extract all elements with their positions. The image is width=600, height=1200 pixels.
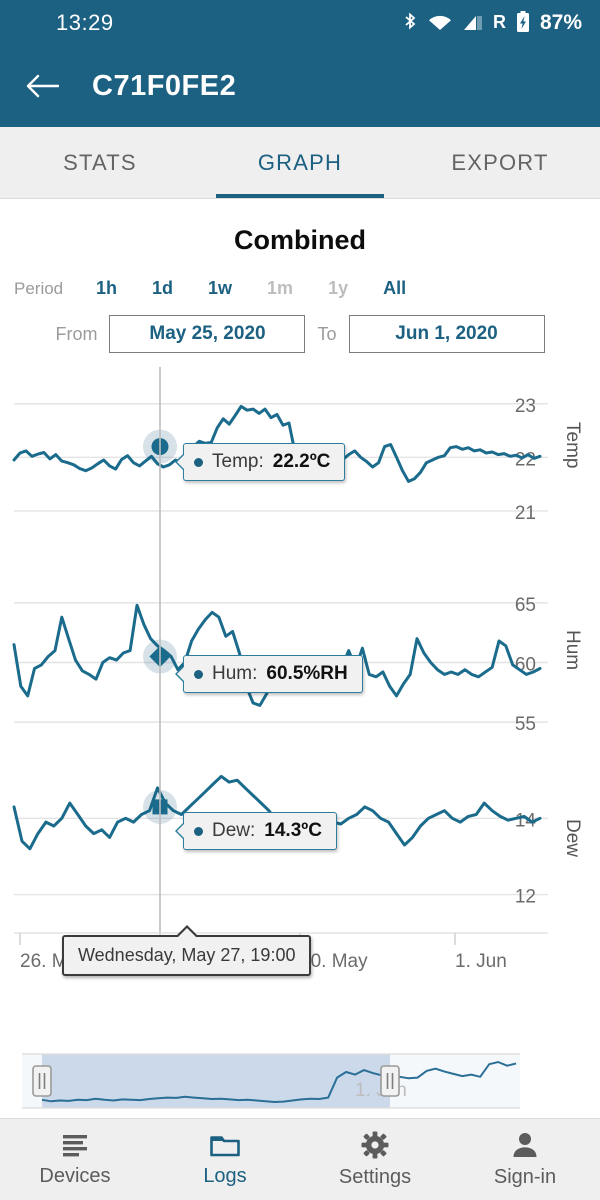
list-icon (63, 1134, 87, 1156)
navigator-svg[interactable]: 1. Jun (0, 1048, 600, 1116)
tooltip-temp-label: Temp: (212, 451, 264, 472)
folder-icon (210, 1135, 240, 1156)
period-1y[interactable]: 1y (322, 278, 354, 299)
tooltip-temp-value: 22.2ºC (272, 451, 331, 472)
tab-stats[interactable]: STATS (0, 127, 200, 198)
tooltip-hum: Hum: 60.5%RH (175, 655, 363, 693)
wifi-icon (428, 15, 451, 30)
period-1m[interactable]: 1m (261, 278, 299, 299)
tooltip-marker-icon (194, 826, 203, 836)
chart-title: Combined (234, 225, 366, 255)
nav-label-logs: Logs (203, 1164, 247, 1187)
y-tick-label: 55 (515, 714, 536, 735)
date-range-row: From May 25, 2020 To Jun 1, 2020 (0, 315, 600, 353)
nav-item-settings[interactable]: Settings (300, 1119, 450, 1200)
tooltip-dew: Dew: 14.3ºC (175, 812, 337, 850)
axis-title-temp: Temp (562, 422, 583, 469)
tooltip-temp: Temp: 22.2ºC (174, 443, 346, 481)
app-bar: C71F0FE2 (0, 45, 600, 127)
axis-title-dew: Dew (562, 819, 583, 858)
signal-icon (463, 15, 482, 30)
chart-area[interactable]: 212223556065121426. May28. May30. May1. … (0, 367, 600, 1027)
nav-label-signin: Sign-in (493, 1165, 557, 1188)
gear-icon (361, 1131, 389, 1158)
tooltip-crosshair-date: Wednesday, May 27, 19:00 (62, 925, 312, 976)
period-1w[interactable]: 1w (202, 278, 238, 299)
period-selector: Period 1h 1d 1w 1m 1y All (0, 278, 600, 299)
y-tick-label: 21 (515, 503, 536, 524)
tab-bar: STATS GRAPH EXPORT (0, 127, 600, 199)
y-tick-label: 23 (515, 396, 536, 417)
battery-percent: 87% (539, 10, 582, 34)
period-1d[interactable]: 1d (146, 278, 179, 299)
period-1h[interactable]: 1h (90, 278, 123, 299)
y-tick-label: 65 (515, 595, 536, 616)
roaming-icon: R (492, 12, 506, 32)
arrow-left-icon (26, 74, 59, 98)
bluetooth-icon (405, 12, 416, 29)
bottom-navigation: Devices Logs Settings Sign-in (0, 1118, 600, 1200)
period-all[interactable]: All (377, 278, 412, 299)
nav-label-devices: Devices (39, 1164, 111, 1187)
tab-export[interactable]: EXPORT (400, 127, 600, 198)
status-icons: R 87% (402, 11, 582, 35)
tooltip-marker-icon (194, 669, 203, 679)
period-label: Period (14, 278, 64, 298)
nav-item-devices[interactable]: Devices (0, 1119, 150, 1200)
to-label: To (317, 323, 337, 344)
nav-item-logs[interactable]: Logs (150, 1119, 300, 1200)
navigator-handle-left[interactable] (32, 1065, 52, 1097)
nav-label-settings: Settings (338, 1165, 412, 1188)
to-date-input[interactable]: Jun 1, 2020 (348, 315, 545, 353)
nav-item-signin[interactable]: Sign-in (450, 1119, 600, 1200)
from-label: From (55, 323, 98, 344)
tooltip-hum-label: Hum: (212, 663, 258, 684)
from-date-input[interactable]: May 25, 2020 (109, 315, 306, 353)
y-tick-label: 22 (515, 449, 536, 470)
range-navigator[interactable]: 1. Jun (0, 1048, 600, 1116)
status-time: 13:29 (56, 9, 114, 35)
tab-graph[interactable]: GRAPH (200, 127, 400, 198)
axis-title-hum: Hum (562, 630, 583, 671)
person-icon (513, 1132, 537, 1157)
battery-charging-icon (516, 11, 529, 32)
y-tick-label: 12 (515, 887, 536, 908)
navigator-handle-right[interactable] (380, 1065, 400, 1097)
back-button[interactable] (20, 64, 64, 108)
tooltip-hum-value: 60.5%RH (266, 663, 348, 684)
x-tick-label: 1. Jun (455, 951, 507, 972)
status-bar: 13:29 R 87% (0, 0, 600, 45)
tooltip-dew-value: 14.3ºC (264, 820, 322, 841)
page-title: C71F0FE2 (92, 69, 237, 102)
tooltip-marker-icon (194, 457, 203, 467)
tooltip-dew-label: Dew: (212, 820, 256, 841)
